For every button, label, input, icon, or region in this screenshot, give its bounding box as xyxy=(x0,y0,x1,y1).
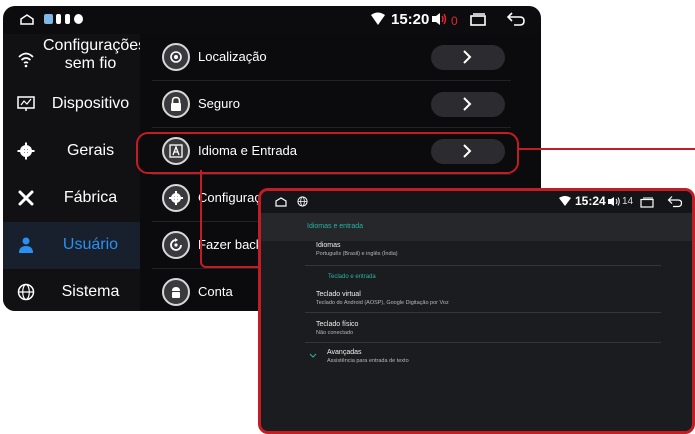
back-icon[interactable] xyxy=(506,11,526,27)
monitor-icon xyxy=(17,96,35,111)
sidebar-item-system[interactable]: Sistema xyxy=(3,269,140,311)
page-header: Idiomas e entrada xyxy=(261,213,692,241)
sidebar-item-label: Fábrica xyxy=(63,189,118,206)
setting-summary: Teclado do Android (AOSP), Google Digita… xyxy=(316,300,449,306)
language-input-screen: 15:24 14 Idiomas e entrada Idiomas Portu… xyxy=(258,188,695,434)
notification-icon xyxy=(74,14,83,24)
back-icon[interactable] xyxy=(667,195,683,208)
sidebar-item-user[interactable]: Usuário xyxy=(3,222,140,269)
highlight-box xyxy=(136,132,519,174)
recent-apps-icon[interactable] xyxy=(640,197,654,208)
backup-icon xyxy=(162,231,190,259)
setting-title: Idiomas xyxy=(316,242,341,249)
sidebar-item-label: Configurações xyxy=(43,37,147,54)
globe-icon xyxy=(17,283,35,301)
category-header: Teclado e entrada xyxy=(328,274,376,280)
chevron-right-icon xyxy=(463,97,472,111)
clock: 15:24 xyxy=(575,194,606,208)
setting-summary: Português (Brasil) e inglês (Índia) xyxy=(316,251,398,257)
list-item-label: Conta xyxy=(198,284,233,299)
setting-advanced[interactable]: Avançadas Assistência para entrada de te… xyxy=(327,349,672,364)
list-item-location[interactable]: Localização xyxy=(140,34,541,81)
location-icon xyxy=(162,43,190,71)
list-item-label: Localização xyxy=(198,49,267,64)
sidebar-item-label: Dispositivo xyxy=(51,95,130,112)
divider xyxy=(305,342,661,343)
sidebar-item-label: Sistema xyxy=(61,283,120,300)
wifi-icon xyxy=(371,12,385,25)
sidebar-item-wireless[interactable]: Configurações sem fio xyxy=(3,34,146,81)
setting-virtual-keyboard[interactable]: Teclado virtual Teclado do Android (AOSP… xyxy=(316,291,661,306)
home-icon[interactable] xyxy=(275,197,287,207)
page-title: Idiomas e entrada xyxy=(307,223,364,230)
sidebar: Configurações sem fio Dispositivo Gerais xyxy=(3,34,146,311)
setting-languages[interactable]: Idiomas Português (Brasil) e inglês (Índ… xyxy=(316,242,661,257)
wifi-icon xyxy=(18,52,34,68)
notification-icon xyxy=(65,14,70,24)
open-button[interactable] xyxy=(431,92,505,117)
status-bar: 15:20 0 xyxy=(3,6,541,34)
sidebar-item-label: sem fio xyxy=(64,55,117,72)
divider xyxy=(305,312,661,313)
sidebar-item-label: Usuário xyxy=(62,236,119,253)
volume-icon[interactable] xyxy=(607,196,621,207)
lock-icon xyxy=(162,90,190,118)
sidebar-item-device[interactable]: Dispositivo xyxy=(3,81,140,128)
android-icon xyxy=(162,278,190,306)
setting-summary: Assistência para entrada de texto xyxy=(327,358,409,364)
callout-line xyxy=(519,148,695,150)
sidebar-item-factory[interactable]: Fábrica xyxy=(3,175,140,222)
volume-level: 0 xyxy=(451,14,458,28)
list-item-label: Seguro xyxy=(198,96,240,111)
gear-icon xyxy=(17,142,35,160)
notification-icon xyxy=(56,14,61,24)
chevron-down-icon[interactable] xyxy=(309,353,317,359)
home-icon[interactable] xyxy=(20,14,34,25)
clock: 15:20 xyxy=(391,11,430,28)
setting-title: Avançadas xyxy=(327,349,362,356)
volume-icon[interactable] xyxy=(431,12,447,26)
volume-level: 14 xyxy=(622,196,634,207)
sidebar-item-label: Gerais xyxy=(66,142,115,159)
setting-title: Teclado virtual xyxy=(316,291,361,298)
globe-icon xyxy=(297,196,308,207)
user-icon xyxy=(19,237,33,253)
chevron-right-icon xyxy=(463,50,472,64)
notification-icon xyxy=(44,14,53,24)
sidebar-item-general[interactable]: Gerais xyxy=(3,128,140,175)
setting-title: Teclado físico xyxy=(316,321,359,328)
setting-physical-keyboard[interactable]: Teclado físico Não conectado xyxy=(316,321,661,336)
status-bar: 15:24 14 xyxy=(261,191,692,213)
divider xyxy=(305,265,661,266)
tools-icon xyxy=(18,190,34,206)
recent-apps-icon[interactable] xyxy=(470,13,486,26)
wifi-icon xyxy=(559,196,571,206)
list-item-security[interactable]: Seguro xyxy=(140,81,541,128)
setting-summary: Não conectado xyxy=(316,330,353,336)
gear-icon xyxy=(162,184,190,212)
open-button[interactable] xyxy=(431,45,505,70)
